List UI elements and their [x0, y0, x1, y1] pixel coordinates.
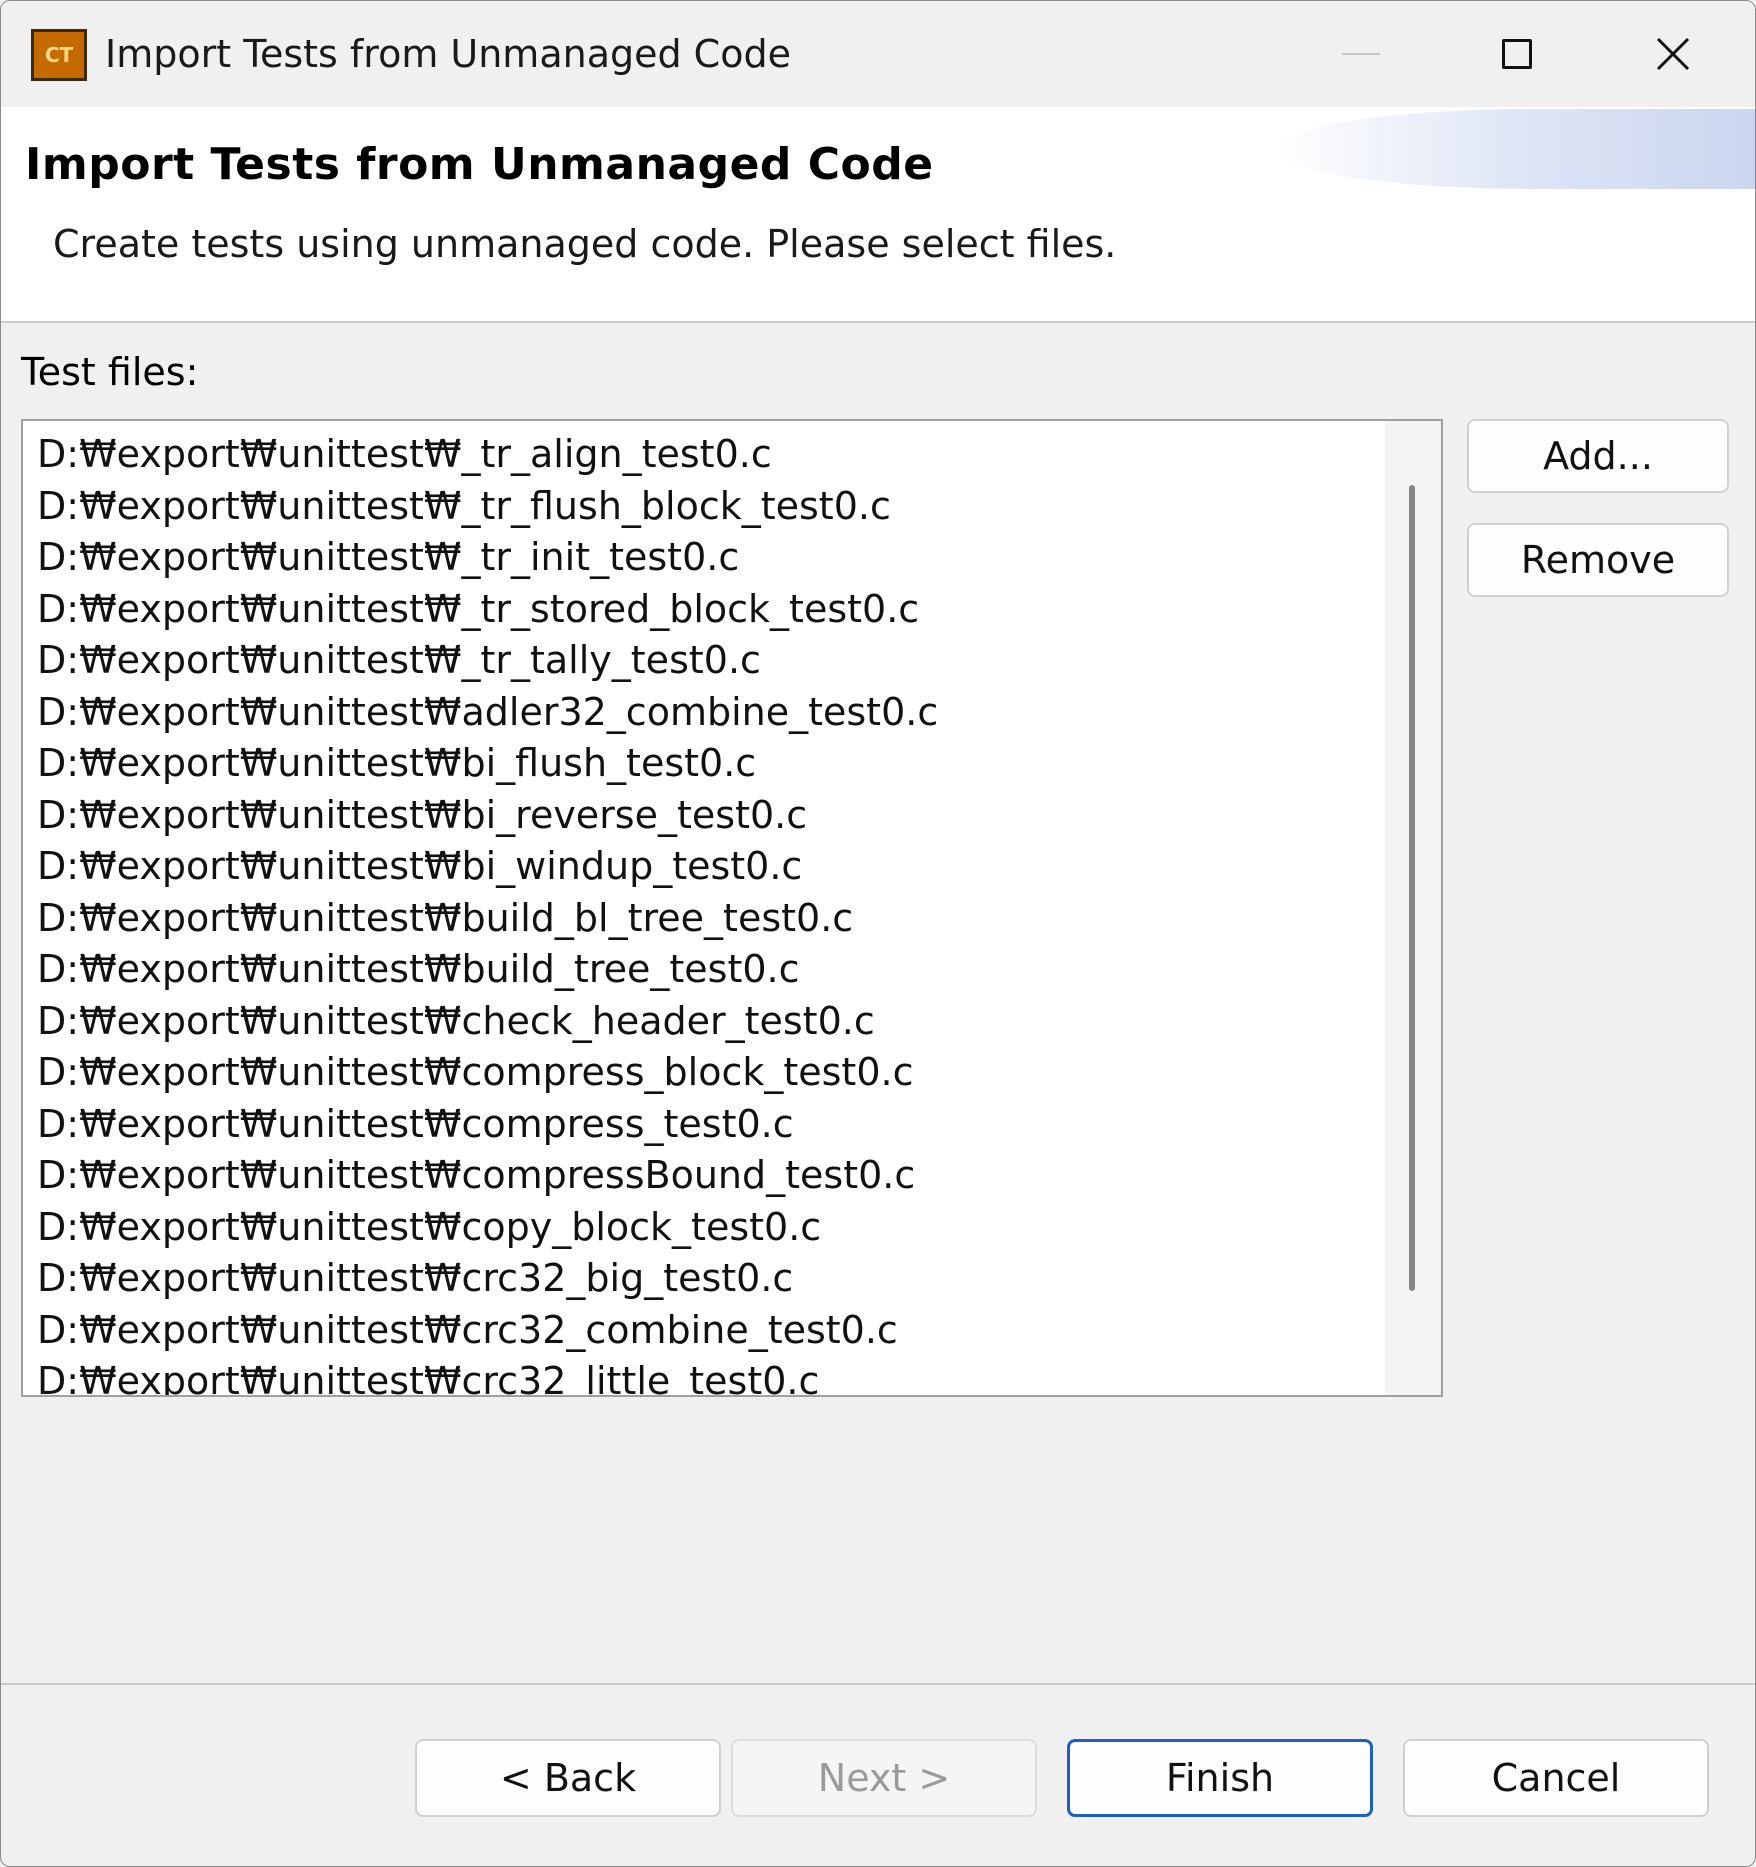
page-title: Import Tests from Unmanaged Code [25, 139, 934, 190]
maximize-button[interactable] [1439, 1, 1595, 107]
app-icon: CT [31, 29, 87, 81]
file-list-item[interactable]: D:₩export₩unittest₩build_bl_tree_test0.c [37, 893, 1441, 945]
file-list-item[interactable]: D:₩export₩unittest₩_tr_align_test0.c [37, 429, 1441, 481]
file-list-item[interactable]: D:₩export₩unittest₩build_tree_test0.c [37, 944, 1441, 996]
header-divider [1, 321, 1755, 323]
file-list-item[interactable]: D:₩export₩unittest₩_tr_stored_block_test… [37, 584, 1441, 636]
file-list-item[interactable]: D:₩export₩unittest₩compress_test0.c [37, 1099, 1441, 1151]
file-list-item[interactable]: D:₩export₩unittest₩compress_block_test0.… [37, 1047, 1441, 1099]
file-list-item[interactable]: D:₩export₩unittest₩check_header_test0.c [37, 996, 1441, 1048]
add-button[interactable]: Add... [1467, 419, 1729, 493]
finish-button[interactable]: Finish [1067, 1739, 1373, 1817]
test-files-label: Test files: [21, 350, 199, 394]
remove-button[interactable]: Remove [1467, 523, 1729, 597]
file-items: D:₩export₩unittest₩_tr_align_test0.c D:₩e… [23, 421, 1441, 1395]
next-button[interactable]: Next > [731, 1739, 1037, 1817]
file-list-item[interactable]: D:₩export₩unittest₩copy_block_test0.c [37, 1202, 1441, 1254]
close-icon [1656, 37, 1690, 71]
file-list-item[interactable]: D:₩export₩unittest₩_tr_flush_block_test0… [37, 481, 1441, 533]
file-list-item[interactable]: D:₩export₩unittest₩crc32_little_test0.c [37, 1356, 1441, 1395]
file-list-item[interactable]: D:₩export₩unittest₩_tr_tally_test0.c [37, 635, 1441, 687]
back-button[interactable]: < Back [415, 1739, 721, 1817]
file-list-item[interactable]: D:₩export₩unittest₩compressBound_test0.c [37, 1150, 1441, 1202]
import-dialog: CT Import Tests from Unmanaged Code Impo… [0, 0, 1756, 1867]
title-bar: CT Import Tests from Unmanaged Code [1, 1, 1755, 107]
close-button[interactable] [1595, 1, 1751, 107]
test-files-list[interactable]: D:₩export₩unittest₩_tr_align_test0.c D:₩e… [21, 419, 1443, 1397]
window-title: Import Tests from Unmanaged Code [105, 32, 791, 76]
file-list-item[interactable]: D:₩export₩unittest₩_tr_init_test0.c [37, 532, 1441, 584]
cancel-button[interactable]: Cancel [1403, 1739, 1709, 1817]
file-list-item[interactable]: D:₩export₩unittest₩crc32_combine_test0.c [37, 1305, 1441, 1357]
vertical-scrollbar[interactable] [1385, 421, 1441, 1395]
header-banner-graphic [1275, 109, 1755, 189]
minimize-icon [1342, 53, 1380, 55]
minimize-button[interactable] [1283, 1, 1439, 107]
file-list-item[interactable]: D:₩export₩unittest₩bi_flush_test0.c [37, 738, 1441, 790]
scrollbar-thumb[interactable] [1409, 485, 1415, 1291]
maximize-icon [1502, 39, 1532, 69]
footer-divider [1, 1683, 1755, 1685]
file-list-item[interactable]: D:₩export₩unittest₩bi_windup_test0.c [37, 841, 1441, 893]
file-list-item[interactable]: D:₩export₩unittest₩bi_reverse_test0.c [37, 790, 1441, 842]
page-description: Create tests using unmanaged code. Pleas… [53, 222, 1117, 266]
file-list-item[interactable]: D:₩export₩unittest₩adler32_combine_test0… [37, 687, 1441, 739]
wizard-header: Import Tests from Unmanaged Code Create … [1, 107, 1755, 321]
file-list-item[interactable]: D:₩export₩unittest₩crc32_big_test0.c [37, 1253, 1441, 1305]
